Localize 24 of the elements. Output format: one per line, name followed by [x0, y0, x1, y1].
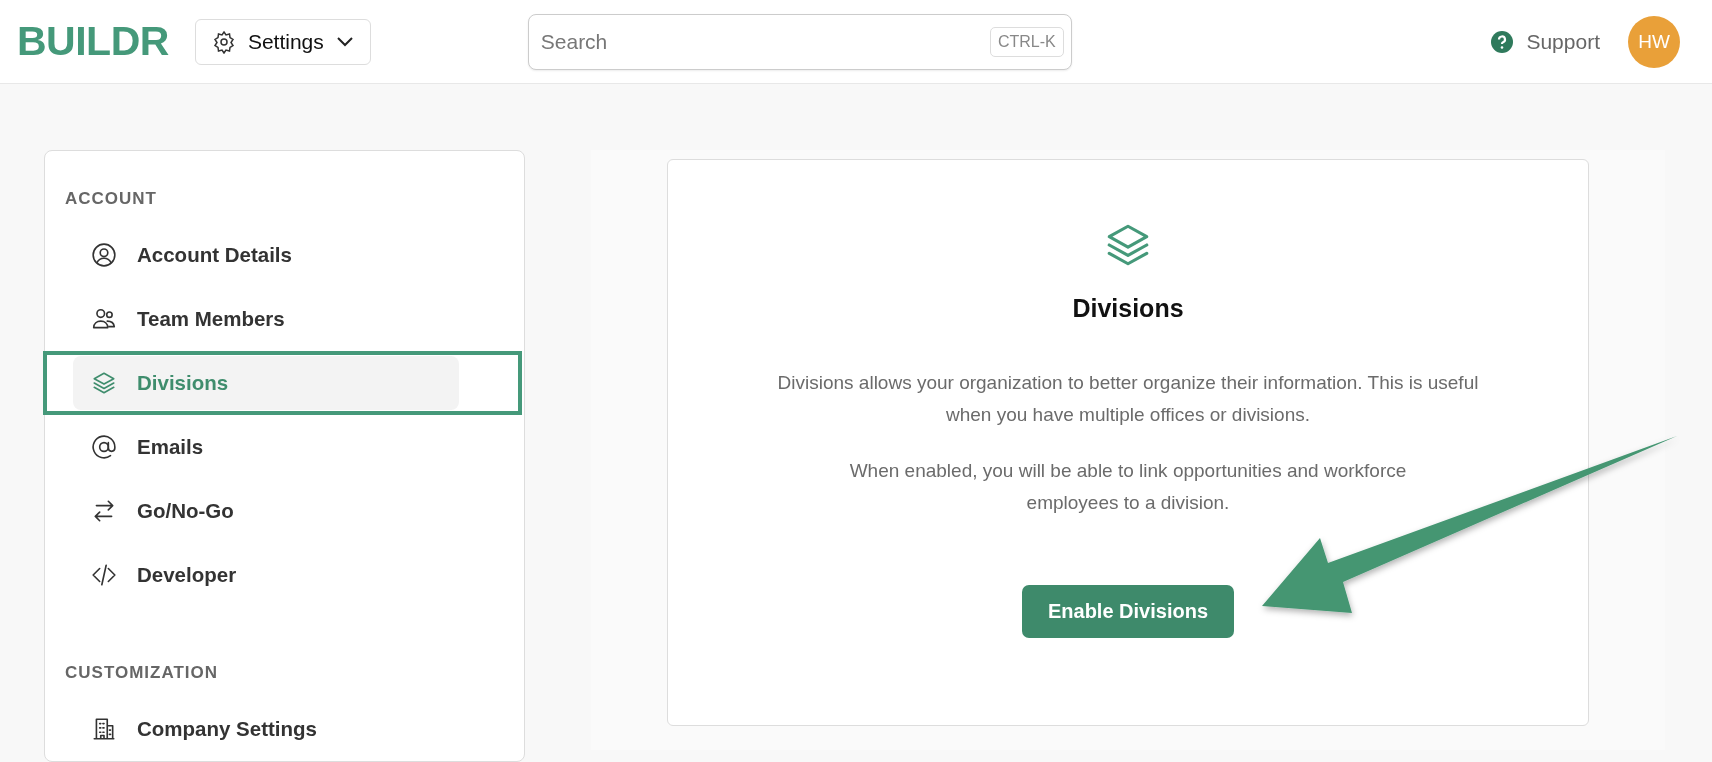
card-title: Divisions: [1072, 294, 1184, 323]
user-circle-icon: [91, 242, 117, 268]
sidebar-item[interactable]: Emails: [73, 420, 459, 474]
sidebar-item[interactable]: Go/No-Go: [73, 484, 459, 538]
sidebar-item[interactable]: Account Details: [73, 228, 459, 282]
support-link[interactable]: Support: [1490, 29, 1600, 54]
sidebar-item[interactable]: Developer: [73, 548, 459, 602]
sidebar-item[interactable]: Divisions: [73, 356, 459, 410]
help-icon: [1490, 29, 1515, 54]
gear-icon: [211, 29, 236, 54]
enable-divisions-button[interactable]: Enable Divisions: [1021, 585, 1235, 638]
description-text: Divisions allows your organization to better organize their information. This is useful when you have multiple offices or divisions.: [776, 371, 1480, 427]
section-heading: ACCOUNT: [64, 188, 157, 210]
settings-dropdown[interactable]: Settings: [194, 18, 371, 65]
description-text: When enabled, you will be able to link opportunities and workforce employees to a division.: [848, 459, 1408, 515]
code-icon: [91, 562, 117, 588]
shortcut-hint: CTRL-K: [990, 26, 1064, 57]
building-icon: [91, 716, 117, 742]
chevron-down-icon: [335, 35, 354, 48]
at-sign-icon: [91, 434, 117, 460]
sidebar-item[interactable]: Company Settings: [73, 702, 459, 756]
section-heading: CUSTOMIZATION: [64, 662, 219, 684]
layers-icon: [91, 370, 117, 396]
sidebar-item[interactable]: Team Members: [73, 292, 459, 346]
